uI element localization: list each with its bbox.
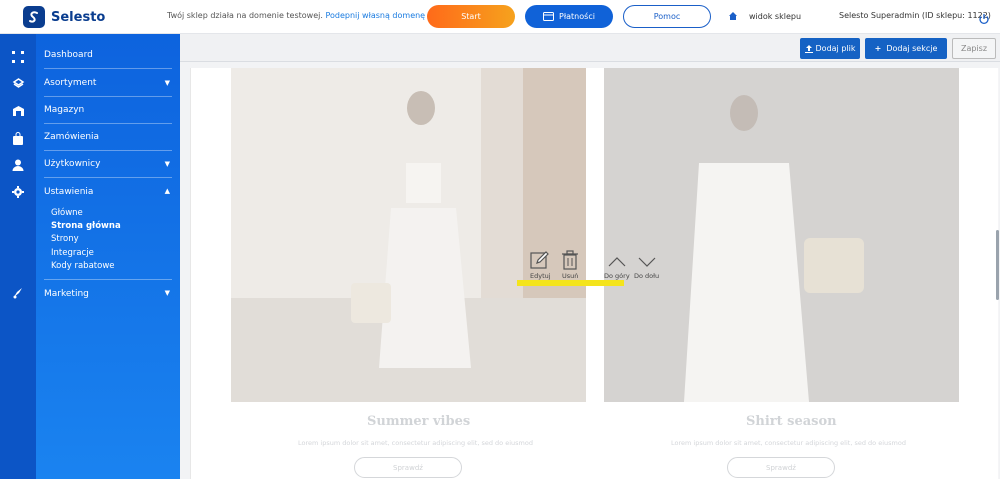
warehouse-icon[interactable] — [11, 104, 25, 118]
orders-bag-icon[interactable] — [11, 131, 25, 145]
chevron-down-icon: ▼ — [164, 79, 170, 87]
selesto-logo-icon — [23, 6, 45, 28]
banner-section[interactable]: Summer vibes Lorem ipsum dolor sit amet,… — [190, 68, 999, 479]
sidebar-item-label: Użytkownicy — [44, 159, 101, 169]
chevron-up-icon: ▲ — [164, 187, 170, 195]
dashboard-icon[interactable] — [11, 50, 25, 64]
logo[interactable]: Selesto — [23, 6, 105, 28]
sidebar-item-users[interactable]: Użytkownicy ▼ — [44, 151, 172, 178]
move-down-button[interactable]: Do dołu — [634, 254, 659, 280]
sidebar-item-label: Marketing — [44, 288, 89, 299]
upload-file-button[interactable]: Dodaj plik — [800, 38, 860, 59]
marketing-icon[interactable] — [11, 286, 25, 300]
domain-notice: Twój sklep działa na domenie testowej. P… — [167, 11, 425, 20]
sidebar-item-label: Dashboard — [44, 50, 93, 60]
delete-label: Usuń — [562, 272, 579, 280]
connect-domain-link[interactable]: Podepnij własną domenę — [325, 11, 425, 20]
plus-icon: + — [874, 44, 882, 53]
section-tools-overlay: Edytuj Usuń Do góry Do dołu — [191, 68, 999, 479]
assortment-icon[interactable] — [11, 77, 25, 91]
sidebar-item-dashboard[interactable]: Dashboard — [44, 42, 172, 69]
sidebar-item-label: Magazyn — [44, 105, 85, 115]
sidebar-item-settings[interactable]: Ustawienia ▲ — [44, 178, 172, 205]
shop-view-link[interactable]: widok sklepu — [728, 11, 801, 21]
pencil-edit-icon — [530, 251, 550, 269]
user-account-label[interactable]: Selesto Superadmin (ID sklepu: 1122) — [839, 11, 991, 20]
submenu-item-integrations[interactable]: Integracje — [51, 248, 94, 258]
start-button[interactable]: Start — [427, 5, 515, 28]
upload-icon — [804, 44, 813, 53]
top-bar: Selesto Twój sklep działa na domenie tes… — [0, 0, 1000, 34]
submenu-item-discount-codes[interactable]: Kody rabatowe — [51, 261, 115, 271]
homepage-editor-canvas: Summer vibes Lorem ipsum dolor sit amet,… — [180, 62, 1000, 479]
save-button[interactable]: Zapisz — [952, 38, 996, 59]
logout-power-icon[interactable] — [978, 10, 990, 29]
sidebar-item-label: Zamówienia — [44, 132, 100, 142]
sidebar-item-label: Ustawienia — [44, 186, 94, 197]
move-down-label: Do dołu — [634, 272, 660, 280]
shop-view-label: widok sklepu — [749, 11, 802, 21]
sidebar-item-marketing[interactable]: Marketing ▼ — [44, 280, 172, 307]
sidebar-icon-rail — [0, 34, 36, 479]
chevron-up-icon — [608, 257, 626, 267]
upload-file-label: Dodaj plik — [815, 44, 856, 53]
trash-icon — [562, 250, 579, 270]
chevron-down-icon: ▼ — [164, 289, 170, 297]
edit-section-button[interactable]: Edytuj — [530, 250, 551, 280]
payments-label: Płatności — [559, 12, 595, 21]
sidebar-item-assortment[interactable]: Asortyment ▼ — [44, 70, 172, 97]
help-button[interactable]: Pomoc — [623, 5, 711, 28]
add-section-button[interactable]: + Dodaj sekcje — [865, 38, 947, 59]
move-up-button[interactable]: Do góry — [604, 254, 630, 280]
submenu-item-main[interactable]: Główne — [51, 208, 83, 218]
domain-notice-text: Twój sklep działa na domenie testowej. — [167, 11, 323, 20]
sidebar-item-label: Asortyment — [44, 78, 97, 88]
edit-label: Edytuj — [530, 272, 551, 280]
payments-card-icon — [543, 12, 555, 21]
submenu-item-homepage[interactable]: Strona główna — [51, 221, 121, 231]
move-up-label: Do góry — [604, 272, 630, 280]
sidebar-item-orders[interactable]: Zamówienia — [44, 124, 172, 151]
chevron-down-icon — [638, 257, 655, 267]
payments-button[interactable]: Płatności — [525, 5, 613, 28]
add-section-label: Dodaj sekcje — [886, 44, 938, 53]
user-icon[interactable] — [11, 158, 25, 172]
sidebar-menu: Dashboard Asortyment ▼ Magazyn Zamówieni… — [36, 34, 180, 479]
page-preview: Summer vibes Lorem ipsum dolor sit amet,… — [190, 68, 999, 479]
delete-section-button[interactable]: Usuń — [562, 250, 578, 280]
gear-icon[interactable] — [11, 185, 25, 199]
logo-text: Selesto — [51, 9, 106, 25]
submenu-item-pages[interactable]: Strony — [51, 234, 79, 244]
home-icon — [729, 12, 737, 20]
chevron-down-icon: ▼ — [164, 160, 170, 168]
yellow-highlight-marker — [517, 280, 624, 286]
page-action-bar: Dodaj plik + Dodaj sekcje Zapisz — [180, 34, 1000, 62]
sidebar-item-warehouse[interactable]: Magazyn — [44, 97, 172, 124]
page-scrollbar[interactable] — [996, 230, 999, 300]
